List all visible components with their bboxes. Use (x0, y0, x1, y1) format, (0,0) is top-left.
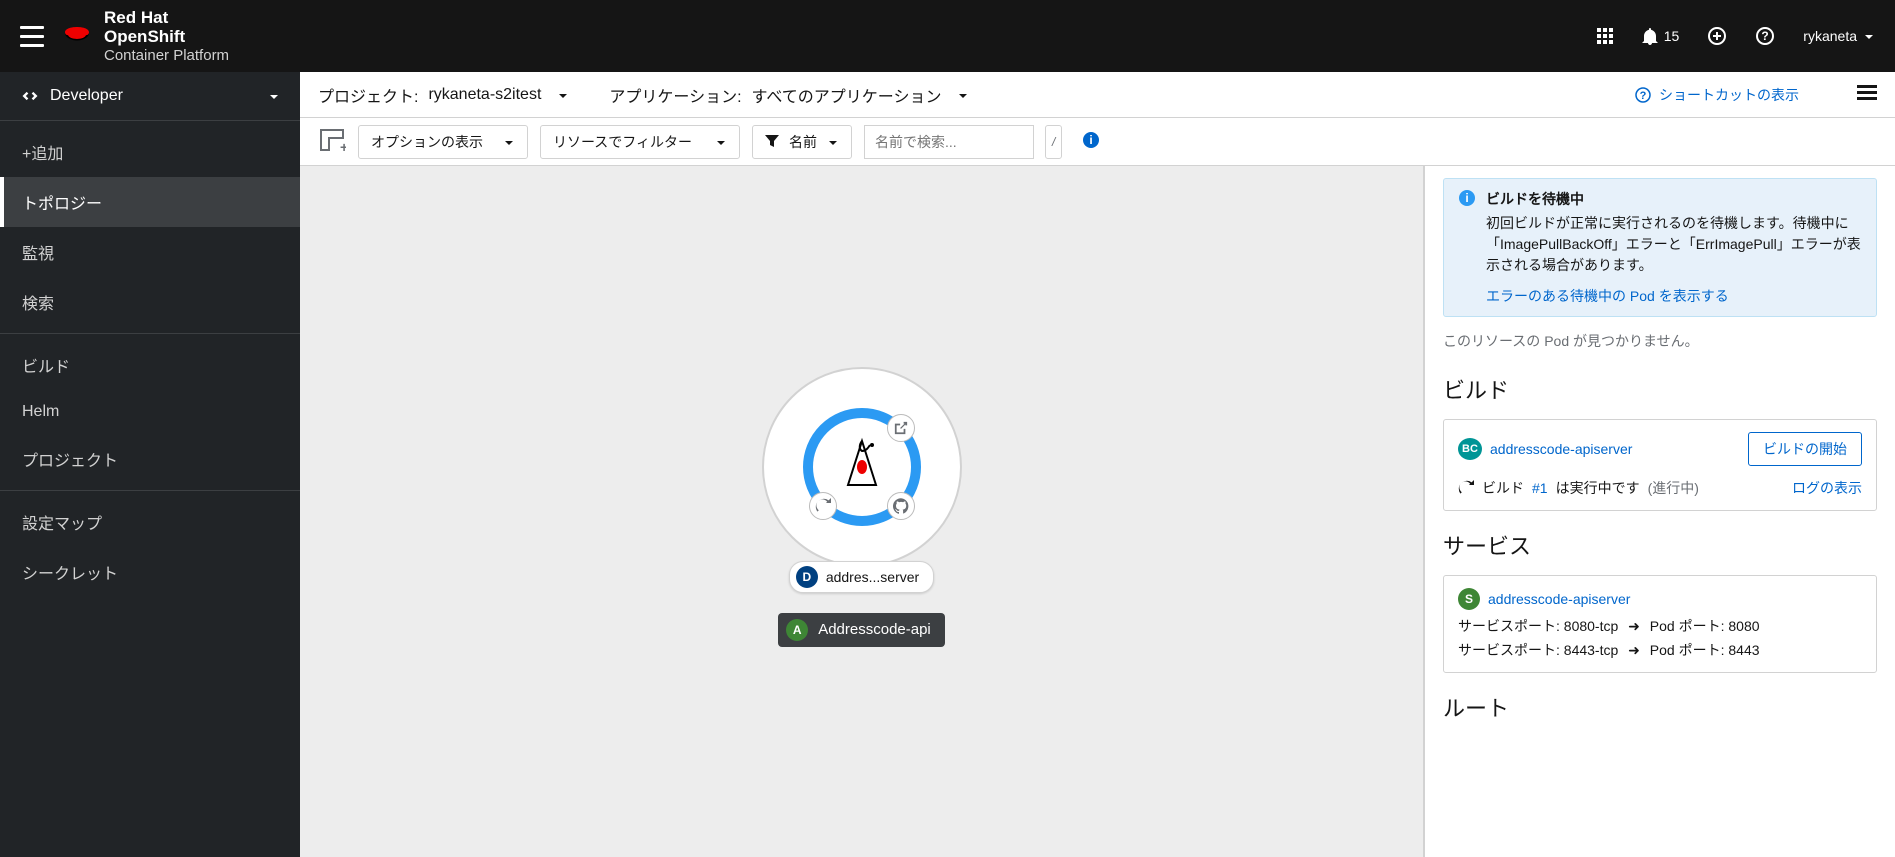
application-group-circle[interactable] (762, 367, 962, 567)
resource-filter-label: リソースでフィルター (553, 132, 692, 152)
shortcuts-link[interactable]: ? ショートカットの表示 (1635, 85, 1799, 105)
sidebar-item-add[interactable]: +追加 (0, 127, 300, 177)
svg-text:?: ? (1640, 90, 1647, 102)
name-filter-type-select[interactable]: 名前 (752, 125, 852, 159)
shortcuts-label: ショートカットの表示 (1659, 85, 1799, 105)
brand-line1: Red Hat (104, 8, 168, 27)
svg-text:i: i (1090, 133, 1093, 147)
notification-count: 15 (1664, 28, 1680, 44)
sidebar-item-monitoring[interactable]: 監視 (0, 227, 300, 277)
application-selector[interactable]: アプリケーション: すべてのアプリケーション (609, 83, 969, 107)
service-port-2: サービスポート: 8443-tcp ➜ Pod ポート: 8443 (1458, 640, 1862, 660)
app-launcher[interactable] (1596, 27, 1614, 45)
caret-down-icon (715, 136, 727, 148)
filter-help-icon[interactable]: i (1082, 131, 1100, 152)
resource-filter-select[interactable]: リソースでフィルター (540, 125, 740, 159)
sidebar-item-secrets[interactable]: シークレット (0, 547, 300, 597)
user-menu[interactable]: rykaneta (1803, 28, 1875, 44)
sidebar-item-builds[interactable]: ビルド (0, 340, 300, 390)
node-name-pill[interactable]: D addres...server (789, 561, 934, 593)
import-button[interactable] (1707, 26, 1727, 46)
caret-down-icon (503, 136, 515, 148)
build-run-link[interactable]: #1 (1532, 480, 1548, 496)
alert-link[interactable]: エラーのある待機中の Pod を表示する (1486, 286, 1862, 306)
build-waiting-alert: i ビルドを待機中 初回ビルドが正常に実行されるのを待機します。待機中に「Ima… (1443, 178, 1877, 317)
code-icon (20, 86, 40, 106)
service-port-1: サービスポート: 8080-tcp ➜ Pod ポート: 8080 (1458, 616, 1862, 636)
redhat-icon (62, 25, 92, 47)
notifications[interactable]: 15 (1642, 27, 1680, 45)
sidebar-item-topology[interactable]: トポロジー (0, 177, 300, 227)
perspective-label: Developer (50, 87, 123, 105)
build-text-suffix1: は実行中です (1556, 478, 1640, 498)
buildconfig-link[interactable]: addresscode-apiserver (1490, 441, 1632, 457)
deployment-badge: D (796, 566, 818, 588)
alert-title: ビルドを待機中 (1486, 189, 1862, 209)
project-label: プロジェクト: (318, 83, 418, 107)
brand-line3: Container Platform (104, 47, 229, 64)
sidebar: Developer +追加トポロジー監視検索 ビルドHelmプロジェクト 設定マ… (0, 72, 300, 857)
application-name: Addresscode-api (818, 621, 931, 638)
buildconfig-badge: BC (1458, 438, 1482, 460)
topology-canvas[interactable]: D addres...server A Addresscode-api (300, 166, 1423, 857)
running-icon (1458, 480, 1474, 496)
caret-down-icon (1863, 30, 1875, 42)
brand-line2: OpenShift (104, 27, 185, 46)
application-badge: A (786, 619, 808, 641)
application-pill[interactable]: A Addresscode-api (778, 613, 945, 647)
perspective-switcher[interactable]: Developer (0, 72, 300, 121)
list-view-button[interactable] (1857, 84, 1877, 105)
application-label: アプリケーション: (609, 83, 741, 107)
topology-import-icon[interactable]: + (318, 127, 346, 156)
sidebar-item-search[interactable]: 検索 (0, 277, 300, 327)
caret-down-icon (957, 89, 969, 101)
info-icon: ? (1635, 87, 1651, 103)
caret-down-icon (827, 136, 839, 148)
project-value: rykaneta-s2itest (428, 86, 541, 104)
service-badge: S (1458, 588, 1480, 610)
routes-section-title: ルート (1443, 691, 1877, 723)
caret-down-icon (557, 89, 569, 101)
java-icon (838, 437, 886, 497)
search-input[interactable] (864, 125, 1034, 159)
sidebar-item-helm[interactable]: Helm (0, 390, 300, 434)
build-text-prefix: ビルド (1482, 478, 1524, 498)
name-filter-label: 名前 (789, 132, 817, 152)
start-build-button[interactable]: ビルドの開始 (1748, 432, 1862, 466)
info-icon: i (1458, 189, 1476, 207)
service-link[interactable]: addresscode-apiserver (1488, 591, 1630, 607)
builds-section-title: ビルド (1443, 373, 1877, 405)
details-panel: i ビルドを待機中 初回ビルドが正常に実行されるのを待機します。待機中に「Ima… (1425, 166, 1895, 857)
no-pods-message: このリソースの Pod が見つかりません。 (1443, 331, 1877, 351)
build-decorator[interactable] (809, 492, 837, 520)
svg-text:i: i (1465, 191, 1468, 205)
view-log-link[interactable]: ログの表示 (1792, 478, 1862, 498)
project-selector[interactable]: プロジェクト: rykaneta-s2itest (318, 83, 569, 107)
brand: Red Hat OpenShift Container Platform (62, 8, 229, 64)
node-name: addres...server (826, 569, 919, 585)
filter-icon (765, 135, 779, 149)
build-text-suffix2: (進行中) (1648, 478, 1699, 498)
open-url-decorator[interactable] (887, 414, 915, 442)
nav-toggle[interactable] (12, 16, 52, 56)
application-value: すべてのアプリケーション (752, 83, 942, 107)
help-button[interactable]: ? (1755, 26, 1775, 46)
svg-text:?: ? (1762, 29, 1769, 43)
sidebar-item-project[interactable]: プロジェクト (0, 434, 300, 484)
display-options-label: オプションの表示 (371, 132, 483, 152)
search-shortcut-hint: / (1045, 125, 1062, 159)
username: rykaneta (1803, 28, 1857, 44)
services-section-title: サービス (1443, 529, 1877, 561)
alert-body: 初回ビルドが正常に実行されるのを待機します。待機中に「ImagePullBack… (1486, 213, 1862, 276)
workload-node[interactable] (803, 408, 921, 526)
sidebar-item-configmaps[interactable]: 設定マップ (0, 497, 300, 547)
display-options-select[interactable]: オプションの表示 (358, 125, 528, 159)
svg-text:+: + (340, 139, 346, 153)
caret-down-icon (268, 90, 280, 102)
source-decorator[interactable] (887, 492, 915, 520)
